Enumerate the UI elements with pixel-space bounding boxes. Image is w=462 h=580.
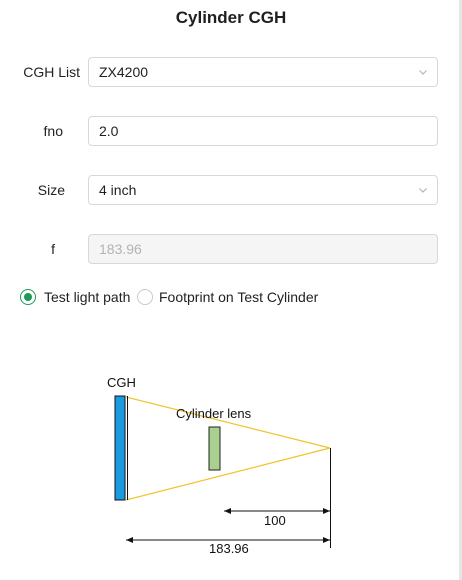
dimension-long-label: 183.96 (209, 541, 249, 556)
arrowhead-left-icon (126, 537, 133, 543)
upper-ray (125, 396, 331, 449)
light-path-diagram: CGH Cylinder lens 100 183.96 (107, 375, 331, 556)
arrowhead-left-icon (224, 508, 231, 514)
lower-ray (125, 447, 331, 501)
arrowhead-right-icon (323, 508, 330, 514)
arrowhead-right-icon (323, 537, 330, 543)
cgh-plate (114, 395, 126, 501)
cgh-label: CGH (107, 375, 136, 390)
cylinder-lens (208, 426, 221, 471)
dimension-short-label: 100 (264, 513, 286, 528)
cylinder-lens-label: Cylinder lens (176, 406, 252, 421)
